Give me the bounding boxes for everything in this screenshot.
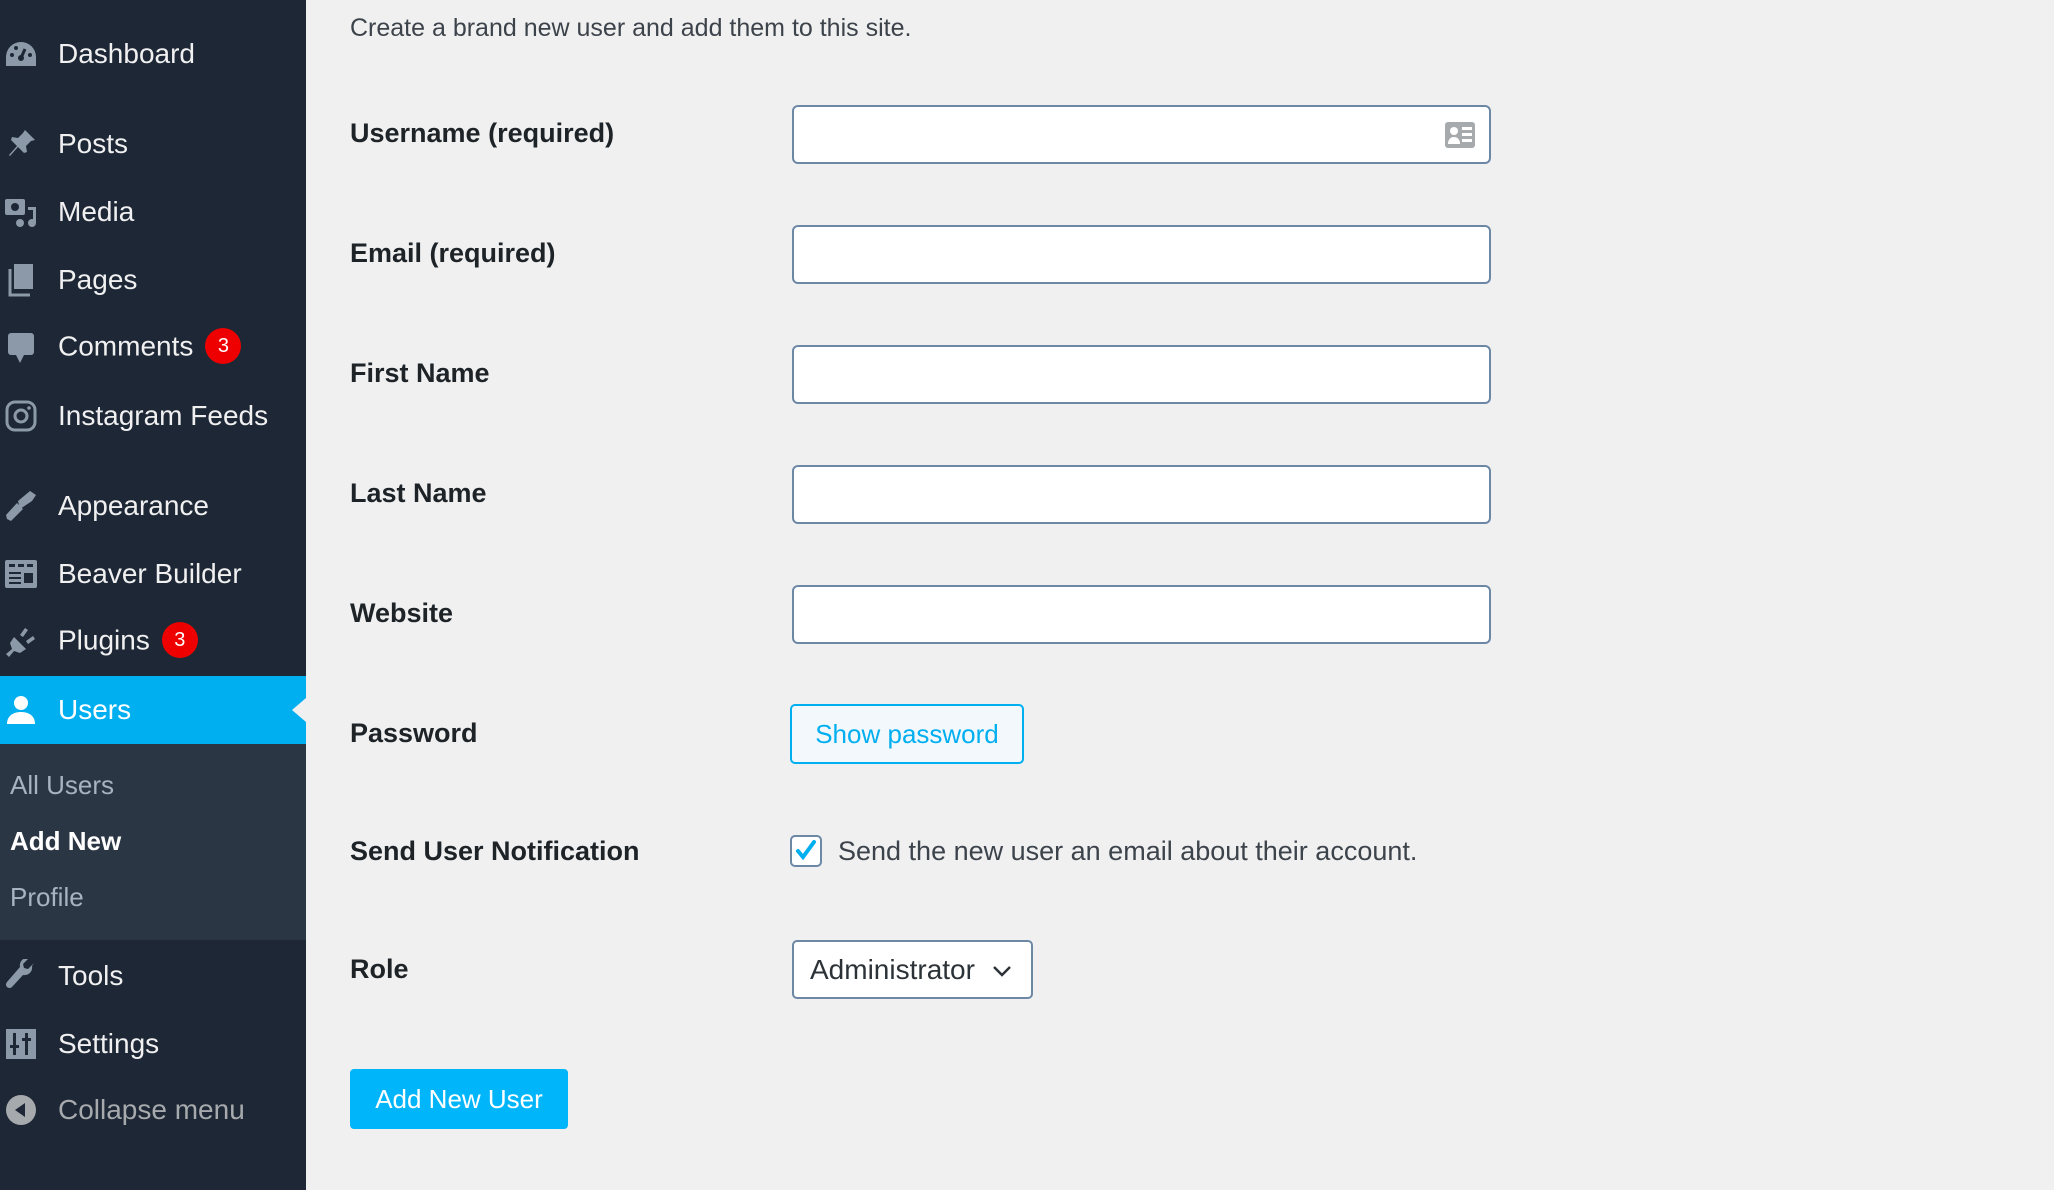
menu-label: Instagram Feeds [58,400,269,431]
menu-label-text: Plugins [58,624,150,656]
role-select[interactable]: Administrator [792,940,1033,999]
menu-label: Collapse menu [58,1094,245,1125]
menu-label: Plugins 3 [58,622,198,660]
layout-icon [4,557,38,591]
menu-item-users[interactable]: Users [0,676,306,744]
menu-label: Tools [58,960,124,991]
admin-sidebar: Dashboard Posts Media Pages Comments 3 In… [0,0,306,1190]
menu-item-media[interactable]: Media [0,182,306,242]
menu-item-settings[interactable]: Settings [0,1014,306,1074]
menu-label: Beaver Builder [58,558,242,589]
menu-label: Comments 3 [58,328,242,366]
comments-count-badge: 3 [205,328,242,364]
first-name-input[interactable] [794,347,1489,402]
first-name-label: First Name [350,358,490,388]
menu-label-text: Comments [58,330,194,362]
pin-icon [4,127,38,161]
wrench-icon [4,959,38,993]
menu-item-plugins[interactable]: Plugins 3 [0,612,306,672]
plugins-count-badge: 3 [161,622,198,658]
menu-label: Pages [58,264,138,295]
submenu-add-new[interactable]: Add New [10,826,121,857]
menu-item-dashboard[interactable]: Dashboard [0,24,306,84]
user-icon [4,693,38,727]
menu-item-instagram-feeds[interactable]: Instagram Feeds [0,386,306,446]
dashboard-icon [4,37,38,71]
plug-icon [4,625,38,659]
chevron-down-icon [993,966,1011,977]
email-label: Email (required) [350,238,556,268]
send-notification-label: Send User Notification [350,836,640,866]
menu-item-tools[interactable]: Tools [0,946,306,1006]
users-submenu: All Users Add New Profile [0,744,306,940]
pages-icon [4,263,38,297]
comment-icon [4,331,38,365]
menu-label: Settings [58,1028,160,1059]
show-password-button[interactable]: Show password [790,704,1024,764]
submenu-all-users[interactable]: All Users [10,770,114,801]
last-name-input[interactable] [794,467,1489,522]
send-notification-text: Send the new user an email about their a… [838,836,1418,866]
menu-label: Appearance [58,490,210,521]
menu-label: Users [58,694,132,725]
menu-label: Media [58,196,135,227]
email-input[interactable] [794,227,1489,282]
website-input[interactable] [794,587,1489,642]
send-notification-checkbox[interactable] [790,835,822,867]
menu-item-comments[interactable]: Comments 3 [0,318,306,378]
menu-item-pages[interactable]: Pages [0,250,306,310]
checkmark-icon [796,840,816,861]
role-label: Role [350,954,409,984]
last-name-field[interactable] [792,465,1491,524]
email-field[interactable] [792,225,1491,284]
username-field[interactable] [792,105,1491,164]
menu-item-posts[interactable]: Posts [0,114,306,174]
media-icon [4,195,38,229]
menu-label: Posts [58,128,129,159]
submenu-profile[interactable]: Profile [10,882,84,913]
contact-card-icon[interactable] [1445,122,1475,148]
first-name-field[interactable] [792,345,1491,404]
role-selected-value: Administrator [810,953,975,985]
website-field[interactable] [792,585,1491,644]
password-label: Password [350,718,478,748]
page-description: Create a brand new user and add them to … [350,14,912,42]
username-input[interactable] [794,107,1489,162]
instagram-icon [4,399,38,433]
website-label: Website [350,598,454,628]
last-name-label: Last Name [350,478,487,508]
menu-label: Dashboard [58,38,195,69]
sliders-icon [4,1027,38,1061]
collapse-arrow-icon [4,1093,38,1127]
menu-item-appearance[interactable]: Appearance [0,476,306,536]
menu-item-beaver-builder[interactable]: Beaver Builder [0,544,306,604]
collapse-menu-button[interactable]: Collapse menu [0,1080,306,1140]
main-content: Create a brand new user and add them to … [306,0,2054,1190]
username-label: Username (required) [350,118,615,148]
paintbrush-icon [4,489,38,523]
add-new-user-button[interactable]: Add New User [350,1069,568,1129]
